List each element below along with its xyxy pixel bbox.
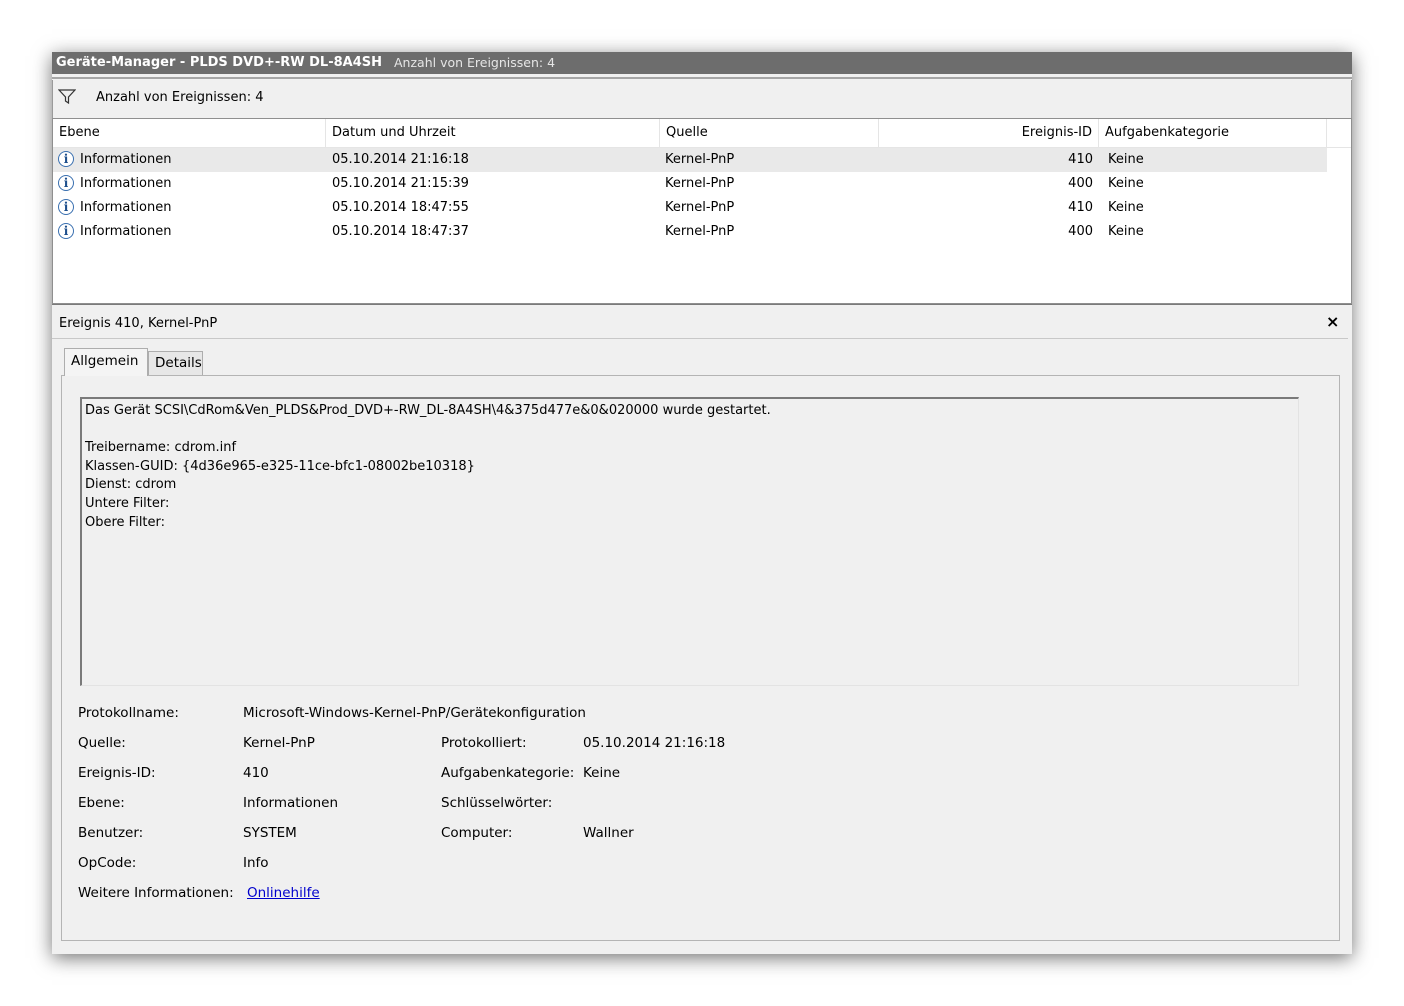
information-icon: i <box>58 151 74 167</box>
logged-label: Protokolliert: <box>441 735 527 751</box>
event-category: Keine <box>1108 200 1144 215</box>
information-icon: i <box>58 199 74 215</box>
event-id-label: Ereignis-ID: <box>78 765 156 781</box>
event-level: Informationen <box>80 200 172 215</box>
opcode-label: OpCode: <box>78 855 137 871</box>
logged-value[interactable]: 05.10.2014 21:16:18 <box>583 735 725 751</box>
window-title-count: Anzahl von Ereignissen: 4 <box>394 55 556 70</box>
close-icon[interactable]: × <box>1326 312 1339 331</box>
event-id: 400 <box>1068 224 1093 239</box>
information-icon: i <box>58 175 74 191</box>
keywords-label: Schlüsselwörter: <box>441 795 553 811</box>
filter-icon[interactable] <box>58 89 76 105</box>
event-list[interactable]: Ebene Datum und Uhrzeit Quelle Ereignis-… <box>52 118 1352 304</box>
event-row[interactable]: i Informationen 05.10.2014 21:16:18 Kern… <box>53 148 1327 172</box>
event-level: Informationen <box>80 176 172 191</box>
event-row[interactable]: i Informationen 05.10.2014 21:15:39 Kern… <box>53 172 1327 196</box>
event-id-value[interactable]: 410 <box>243 765 269 781</box>
event-level: Informationen <box>80 152 172 167</box>
event-datetime: 05.10.2014 18:47:37 <box>332 224 469 239</box>
source-label: Quelle: <box>78 735 126 751</box>
title-bar: Geräte-Manager - PLDS DVD+-RW DL-8A4SH A… <box>52 52 1352 74</box>
more-info-label: Weitere Informationen: <box>78 885 234 901</box>
column-header-level[interactable]: Ebene <box>53 119 326 147</box>
event-category: Keine <box>1108 224 1144 239</box>
event-datetime: 05.10.2014 21:16:18 <box>332 152 469 167</box>
column-header-task-category[interactable]: Aufgabenkategorie <box>1099 119 1327 147</box>
log-name-label: Protokollname: <box>78 705 179 721</box>
event-id: 410 <box>1068 200 1093 215</box>
detail-divider <box>52 338 1348 339</box>
tab-general[interactable]: Allgemein <box>64 348 148 376</box>
column-header-datetime[interactable]: Datum und Uhrzeit <box>326 119 660 147</box>
tab-details[interactable]: Details <box>148 351 203 375</box>
event-datetime: 05.10.2014 18:47:55 <box>332 200 469 215</box>
event-source: Kernel-PnP <box>665 152 735 167</box>
task-category-value[interactable]: Keine <box>583 765 620 781</box>
event-row[interactable]: i Informationen 05.10.2014 18:47:37 Kern… <box>53 220 1327 244</box>
event-source: Kernel-PnP <box>665 176 735 191</box>
event-id: 400 <box>1068 176 1093 191</box>
user-label: Benutzer: <box>78 825 144 841</box>
general-tab-panel: Das Gerät SCSI\CdRom&Ven_PLDS&Prod_DVD+-… <box>61 375 1340 941</box>
filter-count-text: Anzahl von Ereignissen: 4 <box>96 90 264 105</box>
event-id: 410 <box>1068 152 1093 167</box>
event-source: Kernel-PnP <box>665 224 735 239</box>
information-icon: i <box>58 223 74 239</box>
event-category: Keine <box>1108 176 1144 191</box>
column-header-event-id[interactable]: Ereignis-ID <box>879 119 1099 147</box>
event-viewer-window: Geräte-Manager - PLDS DVD+-RW DL-8A4SH A… <box>52 52 1352 954</box>
level-value[interactable]: Informationen <box>243 795 338 811</box>
detail-header: Ereignis 410, Kernel-PnP × <box>52 310 1352 338</box>
event-list-header: Ebene Datum und Uhrzeit Quelle Ereignis-… <box>53 119 1351 148</box>
event-description-box[interactable]: Das Gerät SCSI\CdRom&Ven_PLDS&Prod_DVD+-… <box>80 397 1299 686</box>
user-value[interactable]: SYSTEM <box>243 825 297 841</box>
log-name-value[interactable]: Microsoft-Windows-Kernel-PnP/Gerätekonfi… <box>243 705 586 721</box>
computer-value[interactable]: Wallner <box>583 825 634 841</box>
window-title: Geräte-Manager - PLDS DVD+-RW DL-8A4SH <box>56 55 382 70</box>
filter-bar: Anzahl von Ereignissen: 4 <box>52 80 1352 118</box>
level-label: Ebene: <box>78 795 125 811</box>
event-row[interactable]: i Informationen 05.10.2014 18:47:55 Kern… <box>53 196 1327 220</box>
event-datetime: 05.10.2014 21:15:39 <box>332 176 469 191</box>
source-value[interactable]: Kernel-PnP <box>243 735 315 751</box>
event-category: Keine <box>1108 152 1144 167</box>
column-header-source[interactable]: Quelle <box>660 119 879 147</box>
detail-title: Ereignis 410, Kernel-PnP <box>59 316 218 331</box>
task-category-label: Aufgabenkategorie: <box>441 765 575 781</box>
online-help-link[interactable]: Onlinehilfe <box>247 885 320 901</box>
event-source: Kernel-PnP <box>665 200 735 215</box>
computer-label: Computer: <box>441 825 513 841</box>
opcode-value[interactable]: Info <box>243 855 269 871</box>
event-level: Informationen <box>80 224 172 239</box>
title-divider <box>52 77 1352 79</box>
